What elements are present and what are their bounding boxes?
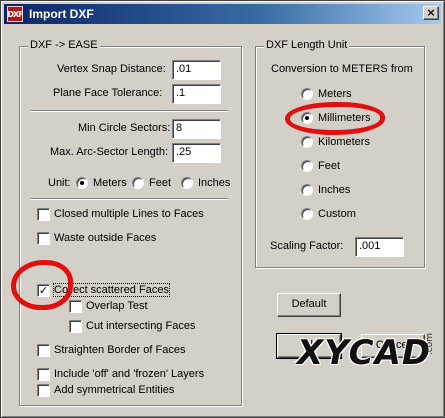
add-symmetrical-checkbox[interactable] — [37, 384, 50, 397]
plane-face-tolerance-input[interactable]: .1 — [172, 84, 221, 104]
length-inches-label: Inches — [318, 184, 351, 196]
unit-inches-label: Inches — [198, 177, 231, 189]
unit-radio-meters[interactable] — [76, 177, 88, 189]
unit-meters-label: Meters — [93, 177, 127, 189]
watermark-suffix: .com — [424, 332, 435, 356]
title-bar: DXF Import DXF × — [4, 4, 441, 24]
ok-button[interactable]: Ok — [276, 333, 342, 359]
vertex-snap-label: Vertex Snap Distance: — [57, 63, 166, 75]
length-radio-inches[interactable] — [301, 184, 313, 196]
length-radio-feet[interactable] — [301, 160, 313, 172]
vertex-snap-input[interactable]: .01 — [172, 60, 221, 80]
scaling-factor-input[interactable]: .001 — [355, 237, 404, 257]
cancel-button[interactable]: Cancel — [361, 334, 425, 358]
plane-face-tolerance-label: Plane Face Tolerance: — [53, 87, 163, 99]
overlap-test-label: Overlap Test — [86, 300, 148, 312]
close-button[interactable]: × — [423, 6, 439, 20]
collect-scattered-label: Collect scattered Faces — [53, 283, 170, 297]
cut-intersecting-checkbox[interactable] — [69, 320, 82, 333]
overlap-test-checkbox[interactable] — [69, 300, 82, 313]
straighten-border-label: Straighten Border of Faces — [54, 344, 186, 356]
closed-lines-checkbox[interactable] — [37, 208, 50, 221]
length-radio-meters[interactable] — [301, 88, 313, 100]
include-off-frozen-label: Include 'off' and 'frozen' Layers — [54, 368, 205, 380]
default-button[interactable]: Default — [277, 293, 341, 317]
dxf-length-unit-group-title: DXF Length Unit — [264, 39, 350, 51]
length-kilometers-label: Kilometers — [318, 136, 370, 148]
length-radio-custom[interactable] — [301, 208, 313, 220]
unit-radio-feet[interactable] — [132, 177, 144, 189]
window-title: Import DXF — [29, 7, 94, 21]
closed-lines-label: Closed multiple Lines to Faces — [54, 208, 204, 220]
close-icon: × — [426, 6, 436, 19]
length-radio-kilometers[interactable] — [301, 136, 313, 148]
include-off-frozen-checkbox[interactable] — [37, 368, 50, 381]
waste-outside-checkbox[interactable] — [37, 232, 50, 245]
conversion-label: Conversion to METERS from — [271, 63, 413, 75]
dxf-to-ease-group-title: DXF -> EASE — [28, 39, 100, 51]
min-circle-sectors-label: Min Circle Sectors: — [78, 122, 171, 134]
min-circle-sectors-input[interactable]: 8 — [172, 119, 221, 139]
length-feet-label: Feet — [318, 160, 341, 172]
unit-radio-inches[interactable] — [181, 177, 193, 189]
unit-feet-label: Feet — [149, 177, 172, 189]
length-meters-label: Meters — [318, 88, 352, 100]
length-millimeters-label: Millimeters — [318, 112, 371, 124]
collect-scattered-checkbox[interactable]: ✓ — [37, 284, 50, 297]
waste-outside-label: Waste outside Faces — [54, 232, 157, 244]
max-arc-sector-length-label: Max. Arc-Sector Length: — [50, 146, 168, 158]
max-arc-sector-length-input[interactable]: .25 — [172, 143, 221, 163]
straighten-border-checkbox[interactable] — [37, 344, 50, 357]
left-separator-1 — [31, 110, 228, 112]
import-dxf-dialog: DXF Import DXF × DXF -> EASE Vertex Snap… — [0, 0, 445, 418]
cut-intersecting-label: Cut intersecting Faces — [86, 320, 196, 332]
dxf-length-unit-group: DXF Length Unit — [255, 39, 425, 268]
length-radio-millimeters[interactable] — [301, 112, 313, 124]
left-separator-2 — [31, 198, 228, 200]
length-custom-label: Custom — [318, 208, 356, 220]
app-icon: DXF — [7, 6, 24, 22]
add-symmetrical-label: Add symmetrical Entities — [54, 384, 175, 396]
scaling-factor-label: Scaling Factor: — [270, 240, 344, 252]
unit-label: Unit: — [48, 177, 71, 189]
